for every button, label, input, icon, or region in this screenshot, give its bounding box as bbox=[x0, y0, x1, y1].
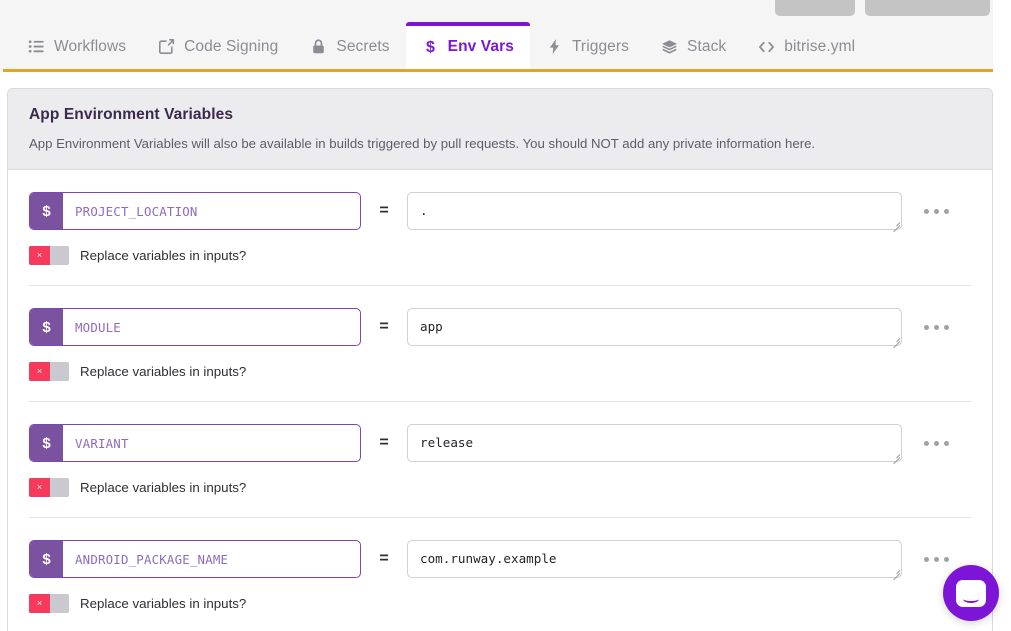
code-brackets-icon bbox=[758, 38, 775, 55]
replace-variables-label: Replace variables in inputs? bbox=[80, 364, 247, 380]
intercom-chat-launcher-button[interactable] bbox=[943, 565, 999, 621]
dollar-icon: $ bbox=[30, 309, 63, 346]
tab-label: Triggers bbox=[571, 37, 630, 55]
edit-square-icon bbox=[158, 38, 175, 55]
tab-label: Workflows bbox=[54, 37, 127, 55]
svg-text:$: $ bbox=[426, 39, 435, 55]
tab-code-signing[interactable]: Code Signing bbox=[142, 22, 294, 71]
skeleton-button-1 bbox=[775, 0, 855, 16]
intercom-smile-icon bbox=[963, 595, 979, 603]
tab-stack[interactable]: Stack bbox=[645, 22, 742, 71]
env-var-key-field: $ bbox=[29, 308, 361, 347]
env-var-value-field bbox=[407, 308, 902, 349]
top-skeleton-bar bbox=[0, 0, 993, 22]
replace-variables-toggle[interactable]: × bbox=[29, 362, 69, 382]
app-root: Workflows Code Signing Secrets $ Env Vars Tri… bbox=[0, 0, 1011, 631]
tab-label: bitrise.yml bbox=[784, 37, 856, 55]
replace-variables-row: × Replace variables in inputs? bbox=[29, 478, 971, 498]
toggle-knob bbox=[50, 594, 69, 614]
replace-variables-label: Replace variables in inputs? bbox=[80, 596, 247, 612]
env-var-value-input[interactable] bbox=[407, 308, 902, 347]
replace-variables-row: × Replace variables in inputs? bbox=[29, 594, 971, 614]
tab-label: Stack bbox=[687, 37, 727, 55]
tab-triggers[interactable]: Triggers bbox=[530, 22, 645, 71]
env-var-key-field: $ bbox=[29, 424, 361, 463]
env-var-value-field bbox=[407, 424, 902, 465]
tab-bitrise-yml[interactable]: bitrise.yml bbox=[742, 22, 871, 71]
env-var-more-options-icon[interactable] bbox=[918, 192, 955, 230]
dollar-icon: $ bbox=[30, 425, 63, 462]
card-header: App Environment Variables App Environmen… bbox=[8, 89, 992, 171]
env-var-row-main: $= bbox=[29, 192, 971, 233]
equals-sign: = bbox=[379, 434, 389, 452]
env-var-row: $=×Replace variables in inputs? bbox=[29, 402, 971, 519]
replace-variables-row: × Replace variables in inputs? bbox=[29, 246, 971, 266]
env-var-key-field: $ bbox=[29, 192, 361, 231]
env-var-row-main: $= bbox=[29, 540, 971, 581]
equals-sign: = bbox=[379, 318, 389, 336]
replace-variables-toggle[interactable]: × bbox=[29, 594, 69, 614]
toggle-off-mark-icon: × bbox=[29, 246, 50, 266]
env-vars-card: App Environment Variables App Environmen… bbox=[7, 88, 993, 631]
lock-icon bbox=[310, 38, 327, 55]
layers-icon bbox=[661, 38, 678, 55]
env-var-key-input[interactable] bbox=[63, 193, 360, 230]
env-var-value-field bbox=[407, 192, 902, 233]
env-var-row-main: $= bbox=[29, 424, 971, 465]
toggle-knob bbox=[50, 246, 69, 266]
replace-variables-row: × Replace variables in inputs? bbox=[29, 362, 971, 382]
tab-label: Code Signing bbox=[184, 37, 279, 55]
env-var-row: $=×Replace variables in inputs? bbox=[29, 286, 971, 403]
replace-variables-label: Replace variables in inputs? bbox=[80, 480, 247, 496]
list-icon bbox=[28, 38, 45, 55]
toggle-off-mark-icon: × bbox=[29, 478, 50, 498]
tab-secrets[interactable]: Secrets bbox=[294, 22, 405, 71]
toggle-off-mark-icon: × bbox=[29, 362, 50, 382]
env-var-key-input[interactable] bbox=[63, 309, 360, 346]
skeleton-button-2 bbox=[865, 0, 990, 16]
tab-env-vars[interactable]: $ Env Vars bbox=[405, 22, 531, 71]
env-var-key-input[interactable] bbox=[63, 425, 360, 462]
env-var-value-input[interactable] bbox=[407, 424, 902, 463]
env-var-row: $=×Replace variables in inputs? bbox=[29, 170, 971, 287]
env-vars-list: $=×Replace variables in inputs?$=×Replac… bbox=[8, 170, 992, 631]
card-description: App Environment Variables will also be a… bbox=[29, 135, 816, 151]
tab-workflows[interactable]: Workflows bbox=[12, 22, 142, 71]
env-var-value-input[interactable] bbox=[407, 192, 902, 231]
dollar-icon: $ bbox=[30, 193, 63, 230]
env-var-row-main: $= bbox=[29, 308, 971, 349]
intercom-face-icon bbox=[956, 579, 986, 607]
replace-variables-toggle[interactable]: × bbox=[29, 246, 69, 266]
dollar-icon: $ bbox=[422, 38, 439, 55]
env-var-key-input[interactable] bbox=[63, 541, 360, 578]
tab-bar: Workflows Code Signing Secrets $ Env Vars Tri… bbox=[0, 22, 993, 71]
equals-sign: = bbox=[379, 202, 389, 220]
tab-bar-underline bbox=[3, 69, 993, 72]
env-var-more-options-icon[interactable] bbox=[918, 424, 955, 462]
env-var-value-field bbox=[407, 540, 902, 581]
lightning-icon bbox=[546, 38, 563, 55]
page-title: App Environment Variables bbox=[29, 106, 234, 123]
equals-sign: = bbox=[379, 550, 389, 568]
replace-variables-toggle[interactable]: × bbox=[29, 478, 69, 498]
env-var-more-options-icon[interactable] bbox=[918, 308, 955, 346]
env-var-row: $=×Replace variables in inputs? bbox=[29, 518, 971, 631]
replace-variables-label: Replace variables in inputs? bbox=[80, 248, 247, 264]
toggle-off-mark-icon: × bbox=[29, 594, 50, 614]
toggle-knob bbox=[50, 478, 69, 498]
tab-label: Env Vars bbox=[447, 37, 514, 55]
toggle-knob bbox=[50, 362, 69, 382]
tab-label: Secrets bbox=[336, 37, 390, 55]
dollar-icon: $ bbox=[30, 541, 63, 578]
env-var-value-input[interactable] bbox=[407, 540, 902, 579]
env-var-key-field: $ bbox=[29, 540, 361, 579]
env-var-more-options-icon[interactable] bbox=[918, 540, 955, 578]
